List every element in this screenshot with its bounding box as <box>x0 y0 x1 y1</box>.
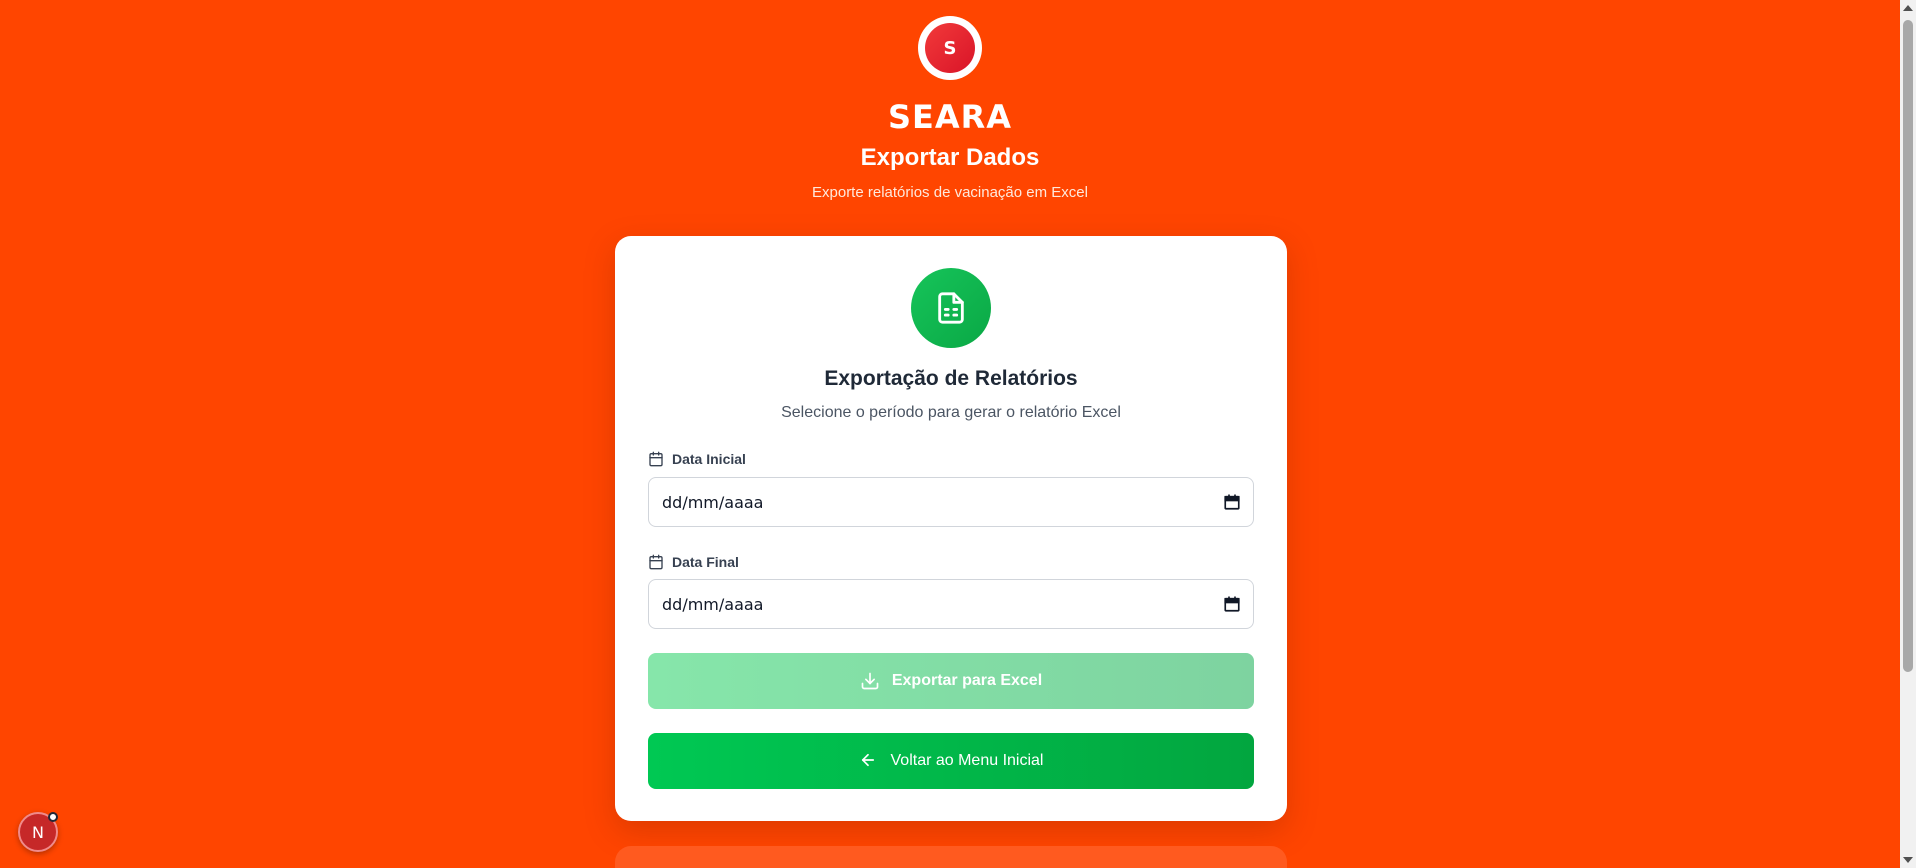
brand-name: SEARA <box>887 98 1013 136</box>
page-subtitle: Exporte relatórios de vacinação em Excel <box>812 184 1088 201</box>
end-date-value: dd/mm/aaaa <box>662 594 764 614</box>
calendar-icon <box>648 554 664 570</box>
scroll-up-arrow-icon[interactable] <box>1903 5 1913 11</box>
logo-letter: S <box>925 23 975 73</box>
seara-logo: S <box>918 16 982 80</box>
arrow-left-icon <box>859 751 879 771</box>
export-button-label: Exportar para Excel <box>891 672 1043 689</box>
start-date-value: dd/mm/aaaa <box>662 492 764 512</box>
end-date-label: Data Final <box>648 554 739 570</box>
card-title: Exportação de Relatórios <box>824 367 1078 390</box>
calendar-picker-icon[interactable] <box>1223 493 1241 511</box>
card-subtitle: Selecione o período para gerar o relatór… <box>781 404 1121 421</box>
scroll-down-arrow-icon[interactable] <box>1903 857 1913 863</box>
page-title: Exportar Dados <box>860 144 1040 171</box>
dev-tools-badge[interactable]: N <box>18 812 58 852</box>
export-excel-button[interactable]: Exportar para Excel <box>648 653 1254 709</box>
start-date-label-text: Data Inicial <box>672 451 746 467</box>
secondary-card <box>615 846 1287 868</box>
export-card: Exportação de Relatórios Selecione o per… <box>615 236 1287 821</box>
end-date-input[interactable]: dd/mm/aaaa <box>648 579 1254 629</box>
vertical-scrollbar[interactable] <box>1900 0 1916 868</box>
start-date-input[interactable]: dd/mm/aaaa <box>648 477 1254 527</box>
back-button-label: Voltar ao Menu Inicial <box>890 752 1044 769</box>
download-icon <box>860 671 880 691</box>
start-date-label: Data Inicial <box>648 451 746 467</box>
spreadsheet-file-icon <box>911 268 991 348</box>
back-to-menu-button[interactable]: Voltar ao Menu Inicial <box>648 733 1254 789</box>
calendar-picker-icon[interactable] <box>1223 595 1241 613</box>
dev-badge-letter: N <box>32 822 44 842</box>
notification-dot <box>48 812 58 822</box>
calendar-icon <box>648 451 664 467</box>
end-date-label-text: Data Final <box>672 554 739 570</box>
page-header: S SEARA Exportar Dados Exporte relatório… <box>0 0 1900 201</box>
scrollbar-thumb[interactable] <box>1903 20 1913 672</box>
